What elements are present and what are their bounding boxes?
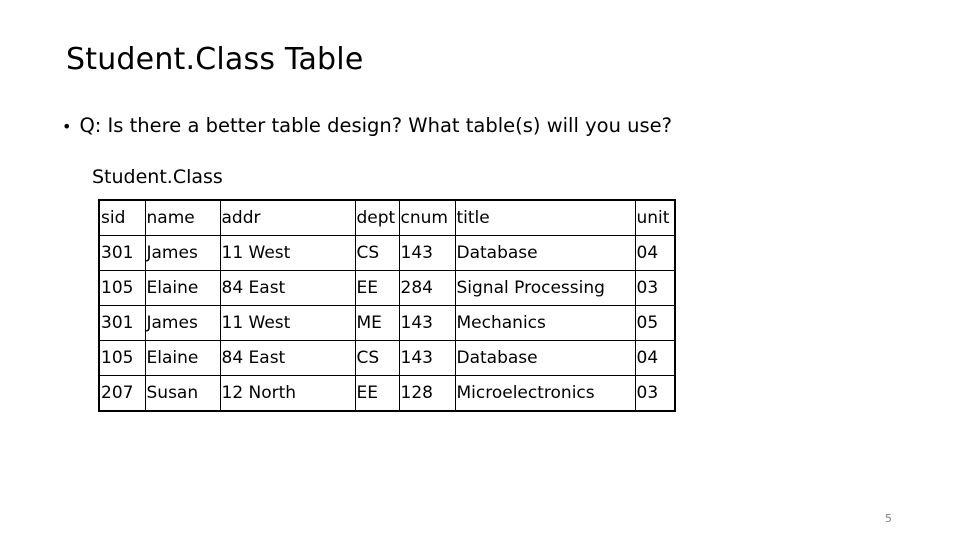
- table-body: sid name addr dept cnum title unit 301 J…: [98, 199, 676, 412]
- cell-name: James: [144, 235, 221, 271]
- cell-cnum: 284: [398, 270, 456, 306]
- cell-dept: EE: [354, 270, 400, 306]
- page-title: Student.Class Table: [66, 42, 364, 77]
- cell-name: Susan: [144, 375, 221, 412]
- cell-sid: 105: [98, 340, 146, 376]
- table-row: 301 James 11 West ME 143 Mechanics 05: [98, 305, 676, 341]
- column-header-unit: unit: [634, 199, 676, 236]
- cell-name: Elaine: [144, 340, 221, 376]
- cell-unit: 03: [634, 270, 676, 306]
- cell-addr: 12 North: [219, 375, 356, 412]
- cell-unit: 03: [634, 375, 676, 412]
- cell-addr: 84 East: [219, 340, 356, 376]
- cell-unit: 04: [634, 235, 676, 271]
- cell-dept: CS: [354, 235, 400, 271]
- cell-sid: 301: [98, 305, 146, 341]
- cell-unit: 04: [634, 340, 676, 376]
- cell-cnum: 143: [398, 340, 456, 376]
- column-header-addr: addr: [219, 199, 356, 236]
- cell-title: Microelectronics: [454, 375, 636, 412]
- table-row: 301 James 11 West CS 143 Database 04: [98, 235, 676, 271]
- cell-addr: 84 East: [219, 270, 356, 306]
- bullet-icon: •: [62, 117, 72, 136]
- cell-dept: ME: [354, 305, 400, 341]
- table-caption: Student.Class: [92, 166, 223, 188]
- cell-addr: 11 West: [219, 305, 356, 341]
- cell-title: Signal Processing: [454, 270, 636, 306]
- cell-sid: 301: [98, 235, 146, 271]
- cell-dept: CS: [354, 340, 400, 376]
- cell-cnum: 143: [398, 305, 456, 341]
- column-header-name: name: [144, 199, 221, 236]
- table-row: 207 Susan 12 North EE 128 Microelectroni…: [98, 375, 676, 412]
- cell-cnum: 128: [398, 375, 456, 412]
- cell-name: James: [144, 305, 221, 341]
- cell-cnum: 143: [398, 235, 456, 271]
- slide: Student.Class Table • Q: Is there a bett…: [0, 0, 960, 540]
- cell-title: Database: [454, 340, 636, 376]
- cell-dept: EE: [354, 375, 400, 412]
- column-header-dept: dept: [354, 199, 400, 236]
- cell-addr: 11 West: [219, 235, 356, 271]
- table-container: sid name addr dept cnum title unit 301 J…: [98, 199, 676, 412]
- cell-sid: 105: [98, 270, 146, 306]
- cell-unit: 05: [634, 305, 676, 341]
- column-header-sid: sid: [98, 199, 146, 236]
- cell-sid: 207: [98, 375, 146, 412]
- column-header-title: title: [454, 199, 636, 236]
- cell-title: Mechanics: [454, 305, 636, 341]
- bullet-item-label: Q: Is there a better table design? What …: [79, 114, 672, 137]
- cell-title: Database: [454, 235, 636, 271]
- bullet-item: • Q: Is there a better table design? Wha…: [62, 114, 672, 138]
- table-row: 105 Elaine 84 East CS 143 Database 04: [98, 340, 676, 376]
- page-number: 5: [885, 512, 892, 525]
- column-header-cnum: cnum: [398, 199, 456, 236]
- table-row: 105 Elaine 84 East EE 284 Signal Process…: [98, 270, 676, 306]
- table-header-row: sid name addr dept cnum title unit: [98, 199, 676, 236]
- studentclass-table: sid name addr dept cnum title unit 301 J…: [98, 199, 676, 412]
- cell-name: Elaine: [144, 270, 221, 306]
